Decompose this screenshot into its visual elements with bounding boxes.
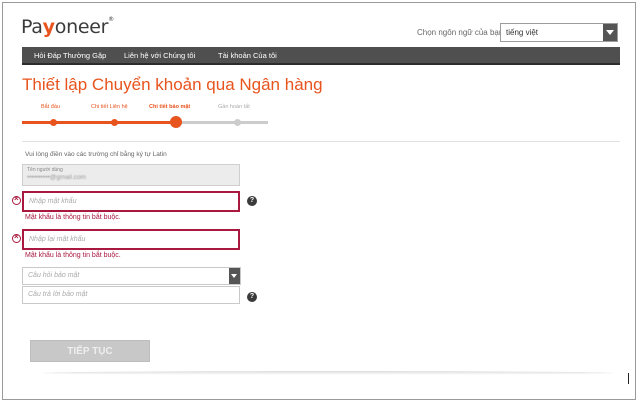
step-label-security: Chi tiết bảo mật: [149, 104, 191, 110]
continue-button[interactable]: TIẾP TỤC: [30, 340, 150, 362]
username-field: Tên người dùng ••••••••••@gmail.com: [22, 164, 240, 186]
password-field[interactable]: Nhập mật khẩu: [22, 191, 240, 212]
password-placeholder: Nhập mật khẩu: [29, 198, 77, 205]
security-answer-field[interactable]: Câu trả lời bảo mật: [22, 286, 240, 304]
password-error-message: Mật khẩu là thông tin bắt buộc.: [25, 214, 121, 221]
chevron-down-icon[interactable]: [603, 24, 617, 41]
security-answer-placeholder: Câu trả lời bảo mật: [28, 291, 88, 298]
confirm-password-placeholder: Nhập lại mật khẩu: [29, 236, 86, 243]
logo-text-start: Pa: [21, 16, 43, 38]
step-dot-almost-done: [234, 119, 241, 126]
divider: [22, 141, 620, 142]
password-help-icon[interactable]: ?: [247, 196, 257, 206]
language-label: Chọn ngôn ngữ của bạn: [417, 28, 504, 37]
progress-track-remaining: [178, 121, 268, 124]
username-value: ••••••••••@gmail.com: [27, 174, 86, 181]
latin-instruction: Vui lòng điền vào các trường chỉ bằng ký…: [25, 151, 167, 158]
footer-shadow: [43, 371, 613, 375]
language-value: tiếng việt: [506, 28, 539, 37]
step-dot-contact: [111, 119, 118, 126]
progress-steps: Bắt đầu Chi tiết Liên hệ Chi tiết bảo mậ…: [22, 104, 272, 132]
step-dot-security: [170, 116, 182, 128]
text-cursor: [628, 373, 629, 384]
chevron-down-icon[interactable]: [229, 268, 240, 284]
logo-text-accent: y: [42, 16, 55, 38]
step-label-almost-done: Gần hoàn tất: [218, 104, 250, 110]
payoneer-logo[interactable]: Payoneer®: [21, 16, 114, 38]
progress-track-done: [22, 121, 178, 124]
confirm-password-field[interactable]: Nhập lại mật khẩu: [22, 229, 240, 250]
step-label-start: Bắt đầu: [41, 104, 60, 110]
error-icon: [12, 232, 21, 243]
confirm-password-error-message: Mật khẩu là thông tin bắt buộc.: [25, 252, 121, 259]
security-help-icon[interactable]: ?: [247, 292, 257, 302]
step-label-contact: Chi tiết Liên hệ: [91, 104, 128, 110]
security-question-select[interactable]: Câu hỏi bảo mật: [22, 267, 241, 285]
logo-text-end: oneer: [54, 16, 109, 38]
nav-item-account[interactable]: Tài khoản Của tôi: [218, 51, 277, 60]
language-select[interactable]: tiếng việt: [500, 23, 618, 42]
username-label: Tên người dùng: [27, 167, 63, 173]
main-nav: Hỏi Đáp Thường Gặp Liên hệ với Chúng tôi…: [22, 47, 620, 65]
error-icon: [12, 194, 21, 205]
page-frame: Payoneer® Chọn ngôn ngữ của bạn tiếng vi…: [2, 2, 636, 400]
page-title: Thiết lập Chuyển khoản qua Ngân hàng: [22, 75, 323, 94]
nav-item-faq[interactable]: Hỏi Đáp Thường Gặp: [34, 51, 106, 60]
logo-registered-mark: ®: [108, 16, 114, 23]
step-dot-start: [50, 119, 57, 126]
security-question-placeholder: Câu hỏi bảo mật: [28, 272, 80, 279]
nav-item-contact[interactable]: Liên hệ với Chúng tôi: [124, 51, 195, 60]
